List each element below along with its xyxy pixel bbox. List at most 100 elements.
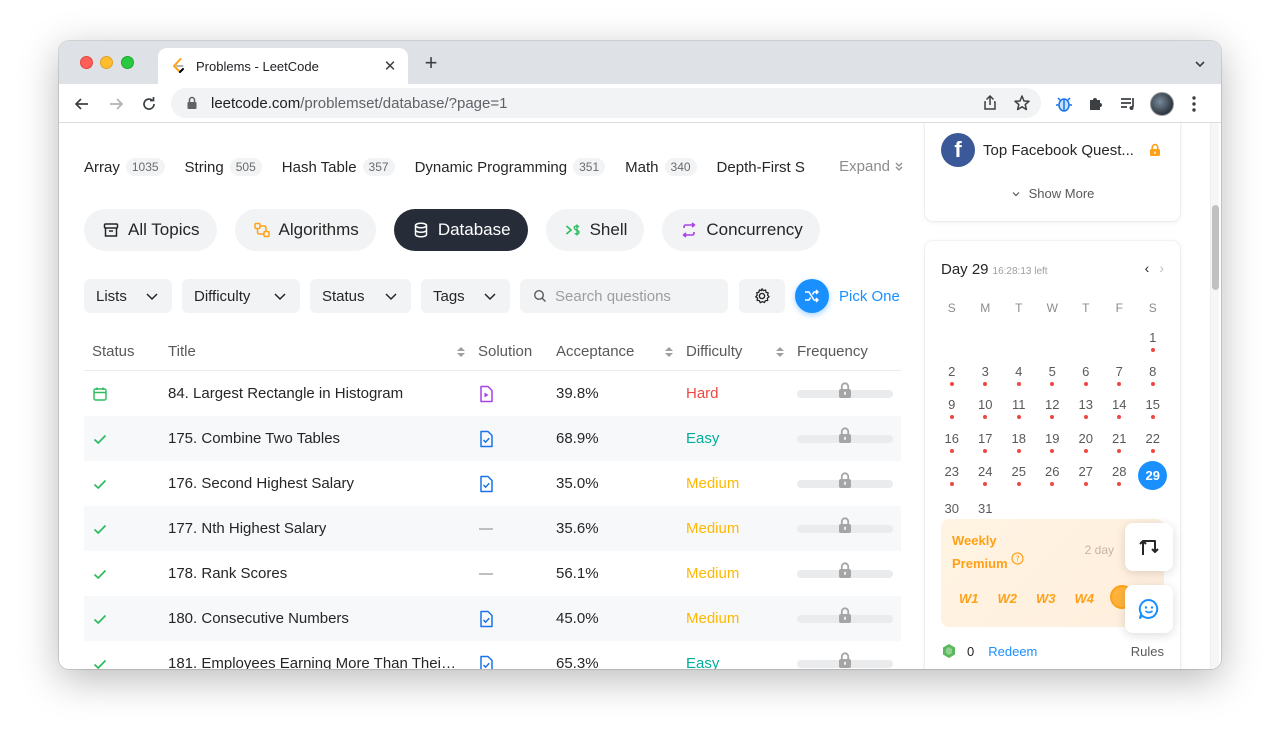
sort-icon[interactable] <box>664 345 674 359</box>
problem-title-link[interactable]: 178. Rank Scores <box>168 565 287 582</box>
acceptance-column-header[interactable]: Acceptance <box>556 343 686 360</box>
show-more-button[interactable]: Show More <box>925 186 1180 201</box>
problem-title-link[interactable]: 175. Combine Two Tables <box>168 430 340 447</box>
calendar-day[interactable]: 7 <box>1103 358 1137 392</box>
calendar-day[interactable]: 4 <box>1002 358 1036 392</box>
switch-layout-button[interactable] <box>1125 523 1173 571</box>
problem-title-link[interactable]: 84. Largest Rectangle in Histogram <box>168 385 403 402</box>
category-pill-all-topics[interactable]: All Topics <box>84 209 217 251</box>
calendar-day[interactable]: 13 <box>1069 392 1103 426</box>
difficulty-column-header[interactable]: Difficulty <box>686 343 797 360</box>
article-solution-icon[interactable] <box>478 610 494 628</box>
calendar-day[interactable]: 14 <box>1103 392 1137 426</box>
more-vert-icon[interactable] <box>1186 94 1202 114</box>
scrollbar-thumb[interactable] <box>1212 205 1219 290</box>
topic-tag[interactable]: Dynamic Programming 351 <box>415 158 606 176</box>
forward-button[interactable] <box>105 93 127 115</box>
topic-tag[interactable]: Hash Table 357 <box>282 158 395 176</box>
calendar-day[interactable]: 10 <box>969 392 1003 426</box>
reload-button[interactable] <box>138 93 160 115</box>
rules-link[interactable]: Rules <box>1131 644 1164 659</box>
title-column-header[interactable]: Title <box>168 343 478 360</box>
sort-icon[interactable] <box>775 345 785 359</box>
tab-search-chevron-icon[interactable] <box>1193 57 1207 71</box>
calendar-day[interactable]: 17 <box>969 425 1003 459</box>
extensions-puzzle-icon[interactable] <box>1086 94 1106 114</box>
info-icon[interactable]: ? <box>1011 552 1024 565</box>
calendar-day[interactable]: 21 <box>1103 425 1137 459</box>
problem-title-link[interactable]: 177. Nth Highest Salary <box>168 520 326 537</box>
calendar-day[interactable]: 16 <box>935 425 969 459</box>
calendar-day[interactable]: 20 <box>1069 425 1103 459</box>
table-row[interactable]: 176. Second Highest Salary 35.0% Medium <box>84 461 901 506</box>
table-row[interactable]: 175. Combine Two Tables 68.9% Easy <box>84 416 901 461</box>
address-bar[interactable]: leetcode.com/problemset/database/?page=1 <box>171 88 1041 118</box>
tab-close-icon[interactable]: ✕ <box>382 57 398 75</box>
topic-tag[interactable]: String 505 <box>185 158 262 176</box>
close-window-button[interactable] <box>80 56 93 69</box>
calendar-day[interactable]: 19 <box>1036 425 1070 459</box>
next-month-button[interactable]: › <box>1159 260 1164 276</box>
page-scrollbar[interactable] <box>1210 123 1219 669</box>
calendar-day[interactable]: 23 <box>935 459 969 493</box>
category-pill-shell[interactable]: Shell <box>545 209 645 251</box>
calendar-day[interactable]: 28 <box>1103 459 1137 493</box>
tags-dropdown[interactable]: Tags <box>421 279 510 313</box>
calendar-day[interactable]: 18 <box>1002 425 1036 459</box>
article-solution-icon[interactable] <box>478 430 494 448</box>
table-row[interactable]: 177. Nth Highest Salary 35.6% Medium <box>84 506 901 551</box>
topic-tag[interactable]: Math 340 <box>625 158 697 176</box>
problem-title-link[interactable]: 181. Employees Earning More Than Their M… <box>168 655 460 669</box>
calendar-day[interactable]: 1 <box>1136 325 1170 359</box>
calendar-day[interactable]: 25 <box>1002 459 1036 493</box>
facebook-list-item[interactable]: f Top Facebook Quest... <box>941 133 1162 167</box>
article-solution-icon[interactable] <box>478 475 494 493</box>
table-row[interactable]: 178. Rank Scores 56.1% Medium <box>84 551 901 596</box>
calendar-day[interactable]: 5 <box>1036 358 1070 392</box>
calendar-day[interactable]: 8 <box>1136 358 1170 392</box>
lists-dropdown[interactable]: Lists <box>84 279 172 313</box>
table-row[interactable]: 84. Largest Rectangle in Histogram 39.8% H… <box>84 371 901 416</box>
new-tab-button[interactable]: + <box>421 52 441 74</box>
calendar-day-today[interactable]: 29 <box>1136 459 1170 493</box>
feedback-chat-button[interactable] <box>1125 585 1173 633</box>
calendar-day[interactable]: 3 <box>969 358 1003 392</box>
table-row[interactable]: 181. Employees Earning More Than Their M… <box>84 641 901 669</box>
pick-one-label[interactable]: Pick One <box>839 288 900 305</box>
search-box[interactable] <box>520 279 728 313</box>
calendar-day[interactable]: 27 <box>1069 459 1103 493</box>
category-pill-database[interactable]: Database <box>393 209 528 251</box>
calendar-day[interactable]: 24 <box>969 459 1003 493</box>
lock-icon[interactable] <box>185 96 199 110</box>
topic-tag[interactable]: Depth-First S <box>717 159 805 176</box>
search-input[interactable] <box>555 287 715 305</box>
extension-bug-icon[interactable] <box>1054 94 1074 114</box>
table-row[interactable]: 180. Consecutive Numbers 45.0% Medium <box>84 596 901 641</box>
redeem-link[interactable]: Redeem <box>988 644 1037 659</box>
problem-title-link[interactable]: 180. Consecutive Numbers <box>168 610 349 627</box>
profile-avatar[interactable] <box>1150 92 1174 116</box>
sort-icon[interactable] <box>456 345 466 359</box>
pick-one-button[interactable] <box>795 279 829 313</box>
calendar-day[interactable]: 9 <box>935 392 969 426</box>
share-icon[interactable] <box>981 94 999 112</box>
difficulty-dropdown[interactable]: Difficulty <box>182 279 300 313</box>
category-pill-algorithms[interactable]: Algorithms <box>234 209 376 251</box>
browser-tab-active[interactable]: Problems - LeetCode ✕ <box>158 48 408 84</box>
calendar-day[interactable]: 15 <box>1136 392 1170 426</box>
calendar-day[interactable]: 6 <box>1069 358 1103 392</box>
calendar-day[interactable]: 2 <box>935 358 969 392</box>
back-button[interactable] <box>71 93 93 115</box>
maximize-window-button[interactable] <box>121 56 134 69</box>
problem-title-link[interactable]: 176. Second Highest Salary <box>168 475 354 492</box>
category-pill-concurrency[interactable]: Concurrency <box>662 209 820 251</box>
article-solution-icon[interactable] <box>478 655 494 670</box>
topic-tag[interactable]: Array 1035 <box>84 158 165 176</box>
status-dropdown[interactable]: Status <box>310 279 411 313</box>
media-playlist-icon[interactable] <box>1118 94 1138 114</box>
minimize-window-button[interactable] <box>100 56 113 69</box>
calendar-day[interactable]: 26 <box>1036 459 1070 493</box>
calendar-day[interactable]: 11 <box>1002 392 1036 426</box>
expand-topics-button[interactable]: Expand <box>829 158 904 175</box>
calendar-day[interactable]: 12 <box>1036 392 1070 426</box>
